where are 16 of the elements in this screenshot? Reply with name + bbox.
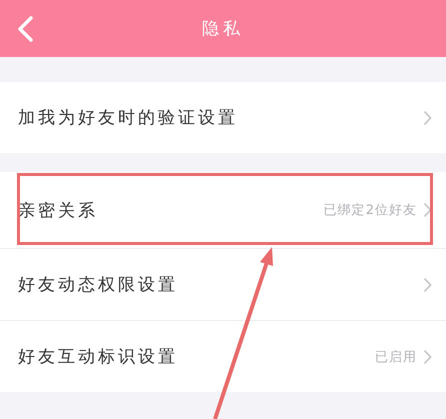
settings-row[interactable]: 亲密关系 已绑定2位好友 (0, 172, 446, 248)
setting-label: 加我为好友时的验证设置 (18, 107, 239, 129)
settings-row[interactable]: 好友动态权限设置 (0, 248, 446, 320)
setting-label: 好友动态权限设置 (18, 274, 179, 296)
back-icon[interactable] (16, 16, 34, 42)
setting-label: 好友互动标识设置 (18, 346, 179, 368)
page-title: 隐私 (202, 18, 244, 40)
settings-row[interactable]: 加我为好友时的验证设置 (0, 82, 446, 153)
chevron-icon (423, 110, 432, 126)
setting-value: 已绑定2位好友 (324, 202, 417, 219)
chevron-icon (423, 202, 432, 218)
setting-value: 已启用 (375, 348, 417, 366)
chevron-icon (423, 276, 432, 292)
settings-row[interactable]: 好友互动标识设置 已启用 (0, 320, 446, 392)
chevron-icon (423, 348, 432, 364)
setting-label: 亲密关系 (18, 200, 99, 222)
